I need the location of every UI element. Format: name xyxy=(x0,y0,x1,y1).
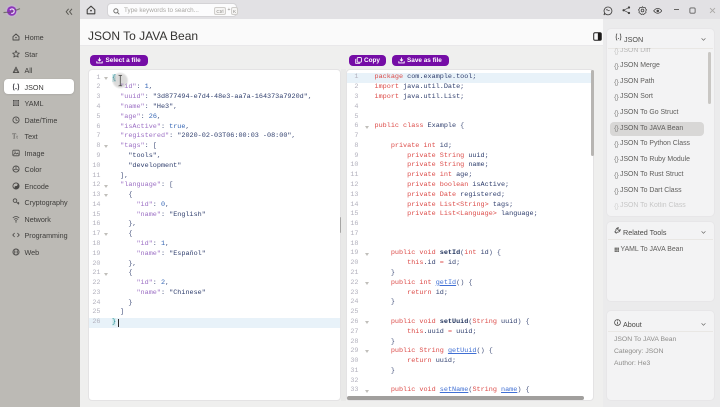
svg-text:t: t xyxy=(16,135,18,140)
